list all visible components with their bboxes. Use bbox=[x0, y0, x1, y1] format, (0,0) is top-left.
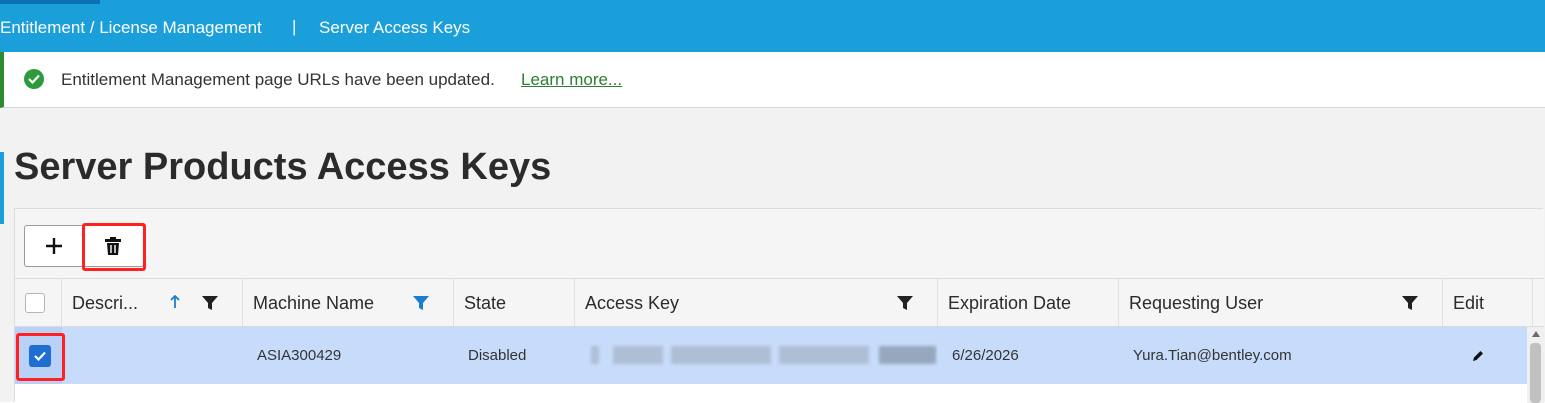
column-header-access-key[interactable]: Access Key bbox=[575, 279, 938, 327]
column-header-state[interactable]: State bbox=[454, 279, 575, 327]
table-header-row: Descri... Machine Name State Access Key … bbox=[15, 279, 1544, 327]
filter-icon[interactable] bbox=[202, 295, 218, 311]
filter-active-icon[interactable] bbox=[413, 295, 429, 311]
cell-state: Disabled bbox=[468, 347, 527, 364]
notification-message: Entitlement Management page URLs have be… bbox=[61, 70, 495, 89]
delete-button[interactable] bbox=[82, 225, 144, 267]
filter-icon[interactable] bbox=[897, 295, 913, 311]
plus-icon bbox=[45, 238, 62, 254]
cell-requesting-user: Yura.Tian@bentley.com bbox=[1133, 347, 1292, 364]
check-circle-icon bbox=[24, 69, 44, 89]
table-row[interactable]: ASIA300429 Disabled 6/26/2026 Yura.Tian@… bbox=[15, 327, 1527, 384]
column-header-edit: Edit bbox=[1443, 279, 1533, 327]
add-button[interactable] bbox=[24, 225, 82, 267]
vertical-scrollbar[interactable] bbox=[1527, 327, 1544, 403]
column-header-description[interactable]: Descri... bbox=[62, 279, 243, 327]
breadcrumb-page[interactable]: Server Access Keys bbox=[319, 18, 470, 38]
sort-ascending-icon[interactable] bbox=[170, 295, 180, 309]
select-all-header bbox=[15, 279, 62, 327]
column-header-expiration-date[interactable]: Expiration Date bbox=[938, 279, 1119, 327]
cell-machine-name: ASIA300429 bbox=[257, 347, 342, 364]
filter-icon[interactable] bbox=[1402, 295, 1418, 311]
row-select-cell bbox=[15, 327, 62, 384]
left-accent-bar bbox=[0, 152, 4, 224]
row-checkbox[interactable] bbox=[29, 344, 51, 367]
column-header-machine-name[interactable]: Machine Name bbox=[243, 279, 454, 327]
scroll-up-arrow-icon[interactable] bbox=[1532, 331, 1540, 337]
cell-access-key bbox=[575, 327, 938, 384]
cell-description bbox=[62, 327, 243, 384]
notification-banner: Entitlement Management page URLs have be… bbox=[0, 52, 1545, 108]
grid-toolbar bbox=[15, 209, 1544, 279]
breadcrumb-separator: | bbox=[292, 17, 297, 36]
breadcrumb-section[interactable]: Entitlement / License Management bbox=[0, 18, 262, 38]
scroll-thumb[interactable] bbox=[1530, 343, 1541, 403]
page-title: Server Products Access Keys bbox=[14, 146, 552, 188]
checkmark-icon bbox=[34, 351, 46, 361]
obscured-access-key bbox=[591, 346, 936, 364]
active-tab-indicator bbox=[0, 0, 100, 4]
column-header-requesting-user[interactable]: Requesting User bbox=[1119, 279, 1443, 327]
pencil-icon[interactable] bbox=[1471, 349, 1485, 363]
trash-icon bbox=[105, 237, 121, 255]
access-keys-grid: Descri... Machine Name State Access Key … bbox=[14, 208, 1544, 403]
empty-grid-area bbox=[15, 384, 1527, 403]
cell-expiration-date: 6/26/2026 bbox=[952, 347, 1019, 364]
top-navigation-bar: Entitlement / License Management | Serve… bbox=[0, 0, 1545, 52]
learn-more-link[interactable]: Learn more... bbox=[521, 70, 622, 90]
cell-edit bbox=[1443, 327, 1527, 384]
select-all-checkbox[interactable] bbox=[25, 293, 45, 313]
